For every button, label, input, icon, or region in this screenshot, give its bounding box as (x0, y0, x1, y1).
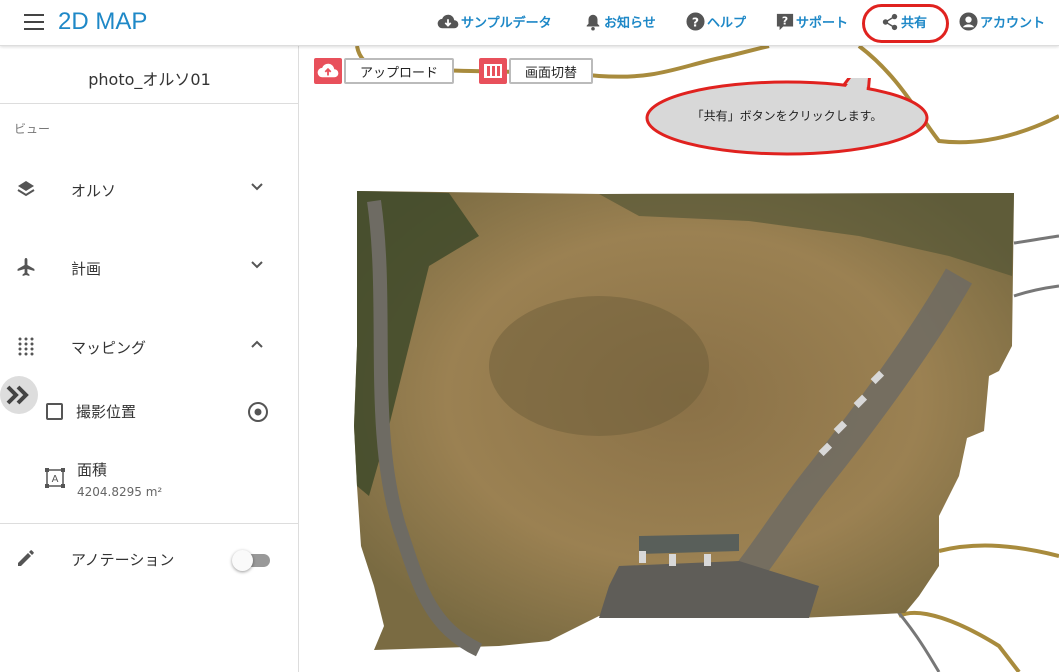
chevron-up-icon (251, 340, 263, 348)
photo-position-label: 撮影位置 (76, 403, 137, 421)
switch-screen-button[interactable]: 画面切替 (479, 58, 594, 84)
pencil-icon (18, 550, 34, 566)
share-highlight-ring (862, 4, 949, 43)
sidebar-item-label: マッピング (71, 339, 147, 357)
chevron-down-icon (251, 183, 263, 191)
area-value: 4204.8295 m² (77, 485, 163, 499)
chevron-down-icon (251, 261, 263, 269)
support-icon: ? (776, 13, 794, 30)
account-icon (959, 12, 978, 31)
support-label: サポート (796, 16, 849, 31)
file-name: photo_オルソ01 (88, 70, 211, 89)
notice-label: お知らせ (604, 16, 656, 31)
cloud-upload-icon (314, 58, 342, 84)
sidebar-item-plan[interactable]: 計画 (0, 247, 299, 287)
help-link[interactable]: ? ヘルプ (686, 12, 746, 31)
layers-icon (17, 181, 35, 197)
airplane-icon (17, 258, 35, 276)
help-circle-icon: ? (686, 12, 705, 31)
account-label: アカウント (980, 16, 1046, 31)
area-measure-icon: A (45, 468, 65, 488)
sidebar-item-mapping[interactable]: マッピング (0, 326, 299, 366)
double-chevron-right-icon (6, 385, 29, 405)
bell-icon (586, 14, 600, 31)
help-label: ヘルプ (707, 16, 747, 31)
sidebar-item-label: 計画 (71, 260, 102, 278)
divider (0, 523, 299, 524)
switch-screen-label: 画面切替 (509, 58, 594, 84)
svg-text:A: A (52, 474, 59, 485)
sidebar: photo_オルソ01 ビュー オルソ 計画 マッピング 撮影位置 A 面積 4… (0, 46, 299, 672)
target-icon[interactable] (247, 401, 269, 423)
annotation-toggle-knob[interactable] (232, 550, 253, 571)
sidebar-item-label: オルソ (71, 182, 117, 200)
grid-dots-icon (18, 337, 34, 356)
sidebar-item-ortho[interactable]: オルソ (0, 169, 299, 209)
divider (0, 103, 299, 104)
account-link[interactable]: アカウント (959, 12, 1045, 31)
expand-panel-button[interactable] (0, 376, 38, 414)
sample-data-link[interactable]: サンプルデータ (437, 12, 552, 31)
contour-line (938, 543, 1059, 558)
notice-link[interactable]: お知らせ (584, 12, 656, 31)
menu-icon[interactable] (24, 14, 44, 30)
field-patch (489, 296, 709, 436)
svg-text:?: ? (692, 15, 699, 29)
sidebar-item-label: アノテーション (71, 551, 175, 569)
app-title: 2D MAP (58, 8, 148, 35)
split-screen-icon (479, 58, 507, 84)
section-label-view: ビュー (14, 122, 51, 136)
contour-line (898, 610, 1021, 672)
parking-canopy (639, 534, 739, 554)
contour-line (1013, 234, 1059, 245)
svg-text:?: ? (782, 14, 788, 27)
cloud-download-icon (437, 14, 459, 28)
upload-label: アップロード (344, 58, 455, 84)
support-link[interactable]: ? サポート (776, 12, 848, 31)
upload-button[interactable]: アップロード (314, 58, 455, 84)
area-label: 面積 (77, 461, 108, 479)
photo-position-checkbox[interactable] (46, 403, 63, 420)
callout-text: 「共有」ボタンをクリックします。 (691, 109, 883, 123)
sample-data-label: サンプルデータ (461, 16, 552, 31)
contour-line (1013, 284, 1059, 298)
